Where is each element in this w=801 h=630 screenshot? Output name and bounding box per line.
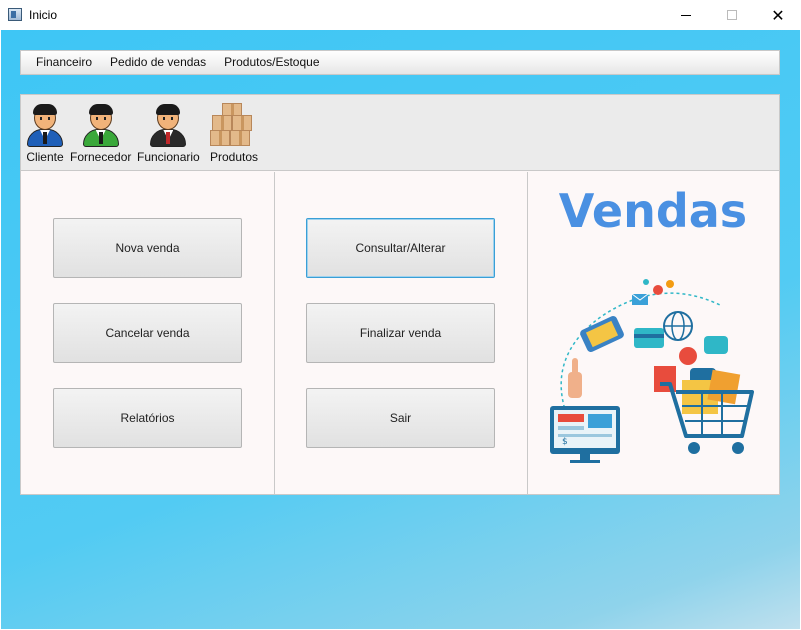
toolbar-produtos-button[interactable]: Produtos [208,103,260,164]
produtos-icon [208,103,260,147]
toolbar-fornecedor-button[interactable]: Fornecedor [70,103,131,164]
vendas-banner: Vendas $ [528,172,779,494]
nova-venda-button[interactable]: Nova venda [53,218,242,278]
toolbar-funcionario-button[interactable]: Funcionario [137,103,200,164]
main-panel: Cliente Fornecedor Funcionario Produtos … [20,94,780,495]
maximize-icon [727,10,737,20]
toolbar-cliente-button[interactable]: Cliente [25,103,65,164]
finalizar-venda-button[interactable]: Finalizar venda [306,303,495,363]
left-button-column: Nova venda Cancelar venda Relatórios [21,172,275,494]
toolbar-cliente-label: Cliente [26,150,64,164]
close-button[interactable]: ✕ [755,0,801,30]
cancelar-venda-button[interactable]: Cancelar venda [53,303,242,363]
maximize-button[interactable] [709,0,755,30]
svg-text:$: $ [562,437,568,447]
funcionario-icon [148,103,188,147]
toolbar-fornecedor-label: Fornecedor [70,150,132,164]
toolbar-produtos-label: Produtos [209,150,259,164]
main-window: Financeiro Pedido de vendas Produtos/Est… [1,30,800,629]
cliente-icon [25,103,65,147]
minimize-button[interactable] [663,0,709,30]
title-bar: Inicio ✕ [0,0,801,30]
close-icon: ✕ [771,5,785,25]
minimize-icon [681,14,691,16]
middle-button-column: Consultar/Alterar Finalizar venda Sair [275,172,528,494]
menu-pedido-de-vendas[interactable]: Pedido de vendas [101,51,215,74]
relatorios-button[interactable]: Relatórios [53,388,242,448]
vendas-title: Vendas [558,184,748,238]
menu-financeiro[interactable]: Financeiro [27,51,101,74]
menu-produtos-estoque[interactable]: Produtos/Estoque [215,51,328,74]
sair-button[interactable]: Sair [306,388,495,448]
app-icon [8,8,22,21]
menu-bar: Financeiro Pedido de vendas Produtos/Est… [20,50,780,75]
fornecedor-icon [81,103,121,147]
toolbar: Cliente Fornecedor Funcionario Produtos [21,95,779,171]
consultar-alterar-button[interactable]: Consultar/Alterar [306,218,495,278]
toolbar-funcionario-label: Funcionario [137,150,200,164]
shopping-illustration: $ [550,279,754,463]
window-title: Inicio [29,8,58,22]
